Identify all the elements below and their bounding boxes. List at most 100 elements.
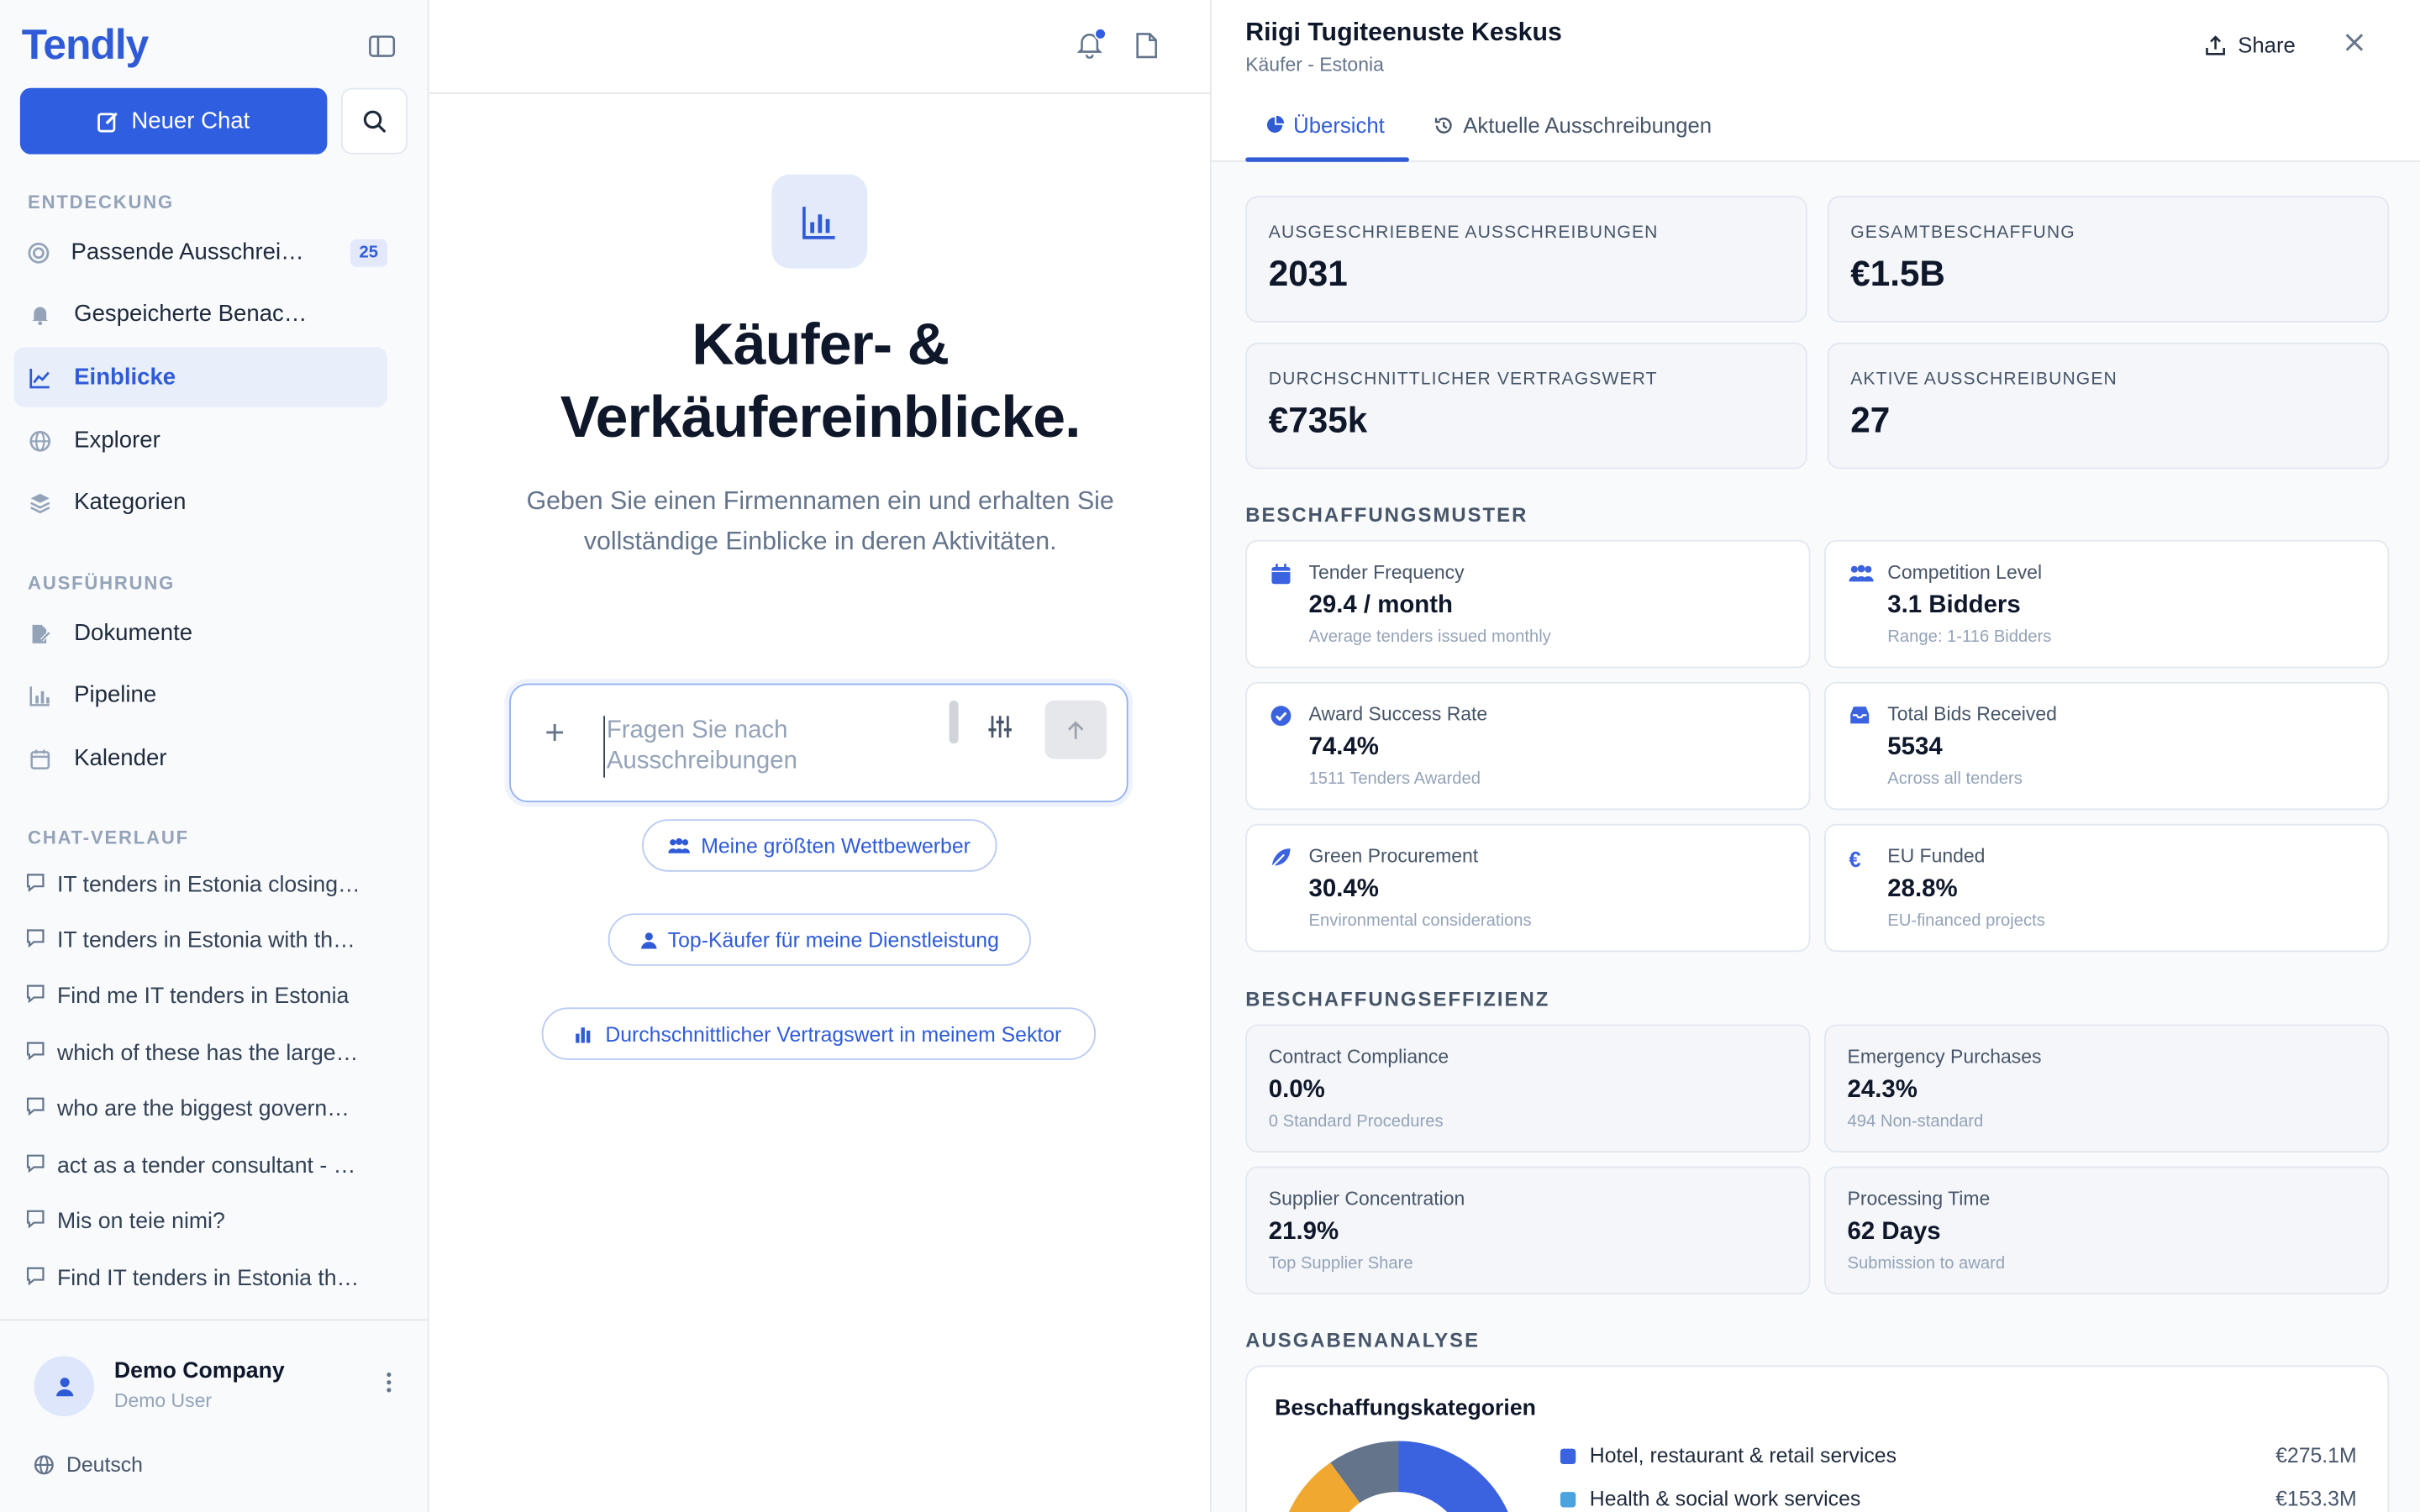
bar-chart-icon bbox=[28, 683, 52, 707]
suggestion-competitors[interactable]: Meine größten Wettbewerber bbox=[642, 819, 997, 872]
user-icon bbox=[640, 932, 656, 948]
sidebar-item-insights[interactable]: Einblicke bbox=[13, 347, 388, 407]
sidebar-toggle-icon[interactable] bbox=[364, 31, 397, 62]
chat-input[interactable]: Fragen Sie nach Ausschreibungen bbox=[603, 716, 850, 778]
section-title-spend: AUSGABENANALYSE bbox=[1245, 1328, 1481, 1352]
attach-plus-icon[interactable]: + bbox=[544, 713, 565, 753]
sidebar-item-label: Dokumente bbox=[74, 620, 193, 647]
arrow-up-icon bbox=[1067, 720, 1084, 738]
chat-bubble-icon bbox=[26, 874, 45, 898]
suggestion-avg-contract[interactable]: Durchschnittlicher Vertragswert in meine… bbox=[541, 1007, 1097, 1060]
stat-card: AKTIVE AUSSCHREIBUNGEN 27 bbox=[1827, 342, 2390, 470]
donut-segment-blue bbox=[1398, 1441, 1508, 1512]
more-options-icon[interactable] bbox=[386, 1372, 392, 1401]
sidebar-footer: Demo Company Demo User Deutsch bbox=[0, 1319, 429, 1512]
legend-swatch bbox=[1560, 1447, 1576, 1464]
sidebar-item-saved-alerts[interactable]: Gespeicherte Benachrichtigungen bbox=[14, 284, 387, 344]
section-title-patterns: BESCHAFFUNGSMUSTER bbox=[1245, 502, 1528, 527]
user-icon bbox=[55, 1377, 73, 1396]
sidebar-item-label: Passende Ausschreibungen bbox=[71, 239, 309, 265]
language-selector[interactable]: Deutsch bbox=[34, 1453, 143, 1477]
euro-icon: € bbox=[1849, 847, 1861, 872]
bar-chart-icon bbox=[576, 1026, 591, 1042]
legend-item: Health & social work services €153.3M bbox=[1560, 1488, 2357, 1510]
tab-current-tenders[interactable]: Aktuelle Ausschreibungen bbox=[1434, 113, 1712, 137]
chat-history-item[interactable]: which of these has the largest budget bbox=[26, 1042, 404, 1066]
history-icon bbox=[1434, 117, 1452, 133]
bell-icon bbox=[28, 302, 52, 326]
sidebar-item-calendar[interactable]: Kalender bbox=[14, 728, 387, 789]
company-name: Demo Company bbox=[113, 1359, 285, 1384]
globe-icon bbox=[28, 428, 52, 453]
share-label: Share bbox=[2238, 32, 2296, 57]
sidebar-item-categories[interactable]: Kategorien bbox=[14, 472, 387, 533]
chart-line-icon bbox=[28, 365, 52, 389]
layers-icon bbox=[28, 490, 52, 514]
efficiency-card: Emergency Purchases 24.3% 494 Non-standa… bbox=[1823, 1024, 2390, 1153]
chat-bubble-icon bbox=[26, 1154, 45, 1179]
pie-chart-icon bbox=[1266, 115, 1285, 133]
input-scrollbar[interactable] bbox=[949, 700, 959, 744]
sidebar-item-explorer[interactable]: Explorer bbox=[14, 411, 387, 471]
search-icon bbox=[362, 109, 386, 133]
file-edit-icon bbox=[28, 621, 52, 645]
avatar[interactable] bbox=[34, 1356, 95, 1417]
calendar-icon bbox=[1270, 563, 1292, 592]
buyer-title: Riigi Tugiteenuste Keskus bbox=[1245, 18, 1562, 47]
edit-icon bbox=[97, 111, 118, 132]
search-button[interactable] bbox=[340, 87, 408, 155]
app-logo[interactable]: Tendly bbox=[22, 22, 150, 70]
language-label: Deutsch bbox=[66, 1453, 143, 1477]
spend-card-title: Beschaffungskategorien bbox=[1275, 1396, 1536, 1421]
metric-card: Award Success Rate 74.4% 1511 Tenders Aw… bbox=[1245, 681, 1811, 811]
chat-history-item[interactable]: Mis on teie nimi? bbox=[26, 1210, 404, 1234]
metric-card: Green Procurement 30.4% Environmental co… bbox=[1245, 823, 1811, 953]
panel-body: AUSGESCHRIEBENE AUSSCHREIBUNGEN 2031 GES… bbox=[1211, 161, 2420, 1512]
count-badge: 25 bbox=[350, 238, 388, 266]
sliders-icon[interactable] bbox=[986, 713, 1014, 748]
suggestion-top-buyers[interactable]: Top-Käufer für meine Dienstleistung bbox=[608, 913, 1031, 966]
metric-card: Total Bids Received 5534 Across all tend… bbox=[1823, 681, 2390, 811]
target-icon bbox=[28, 240, 50, 265]
chat-input-box[interactable]: + Fragen Sie nach Ausschreibungen bbox=[509, 683, 1128, 803]
page-subtitle: Geben Sie einen Firmennamen ein und erha… bbox=[526, 487, 1114, 556]
leaf-icon bbox=[1270, 847, 1292, 876]
document-icon[interactable] bbox=[1136, 33, 1158, 66]
globe-icon bbox=[34, 1455, 54, 1475]
chat-bubble-icon bbox=[26, 1042, 45, 1066]
efficiency-card: Contract Compliance 0.0% 0 Standard Proc… bbox=[1245, 1024, 1811, 1153]
inbox-icon bbox=[1849, 705, 1870, 732]
close-icon[interactable] bbox=[2344, 33, 2365, 60]
sidebar-item-documents[interactable]: Dokumente bbox=[14, 603, 387, 664]
chat-history-item[interactable]: who are the biggest government buyers bbox=[26, 1097, 404, 1121]
page-title: Käufer- & Verkäufereinblicke. bbox=[560, 312, 1081, 451]
chat-history-item[interactable]: Find IT tenders in Estonia this month bbox=[26, 1267, 404, 1291]
section-execution: AUSFÜHRUNG bbox=[28, 572, 176, 595]
sidebar-item-label: Kalender bbox=[74, 745, 167, 772]
sidebar: Tendly Neuer Chat ENTDECKUNG Passende Au… bbox=[0, 0, 429, 1512]
new-chat-label: Neuer Chat bbox=[131, 108, 250, 134]
share-button[interactable]: Share bbox=[2206, 33, 2296, 57]
sidebar-item-matching-tenders[interactable]: Passende Ausschreibungen 25 bbox=[14, 222, 388, 282]
metric-card: Tender Frequency 29.4 / month Average te… bbox=[1245, 539, 1811, 669]
chat-history-item[interactable]: IT tenders in Estonia closing soon bbox=[26, 874, 404, 898]
send-button[interactable] bbox=[1044, 700, 1107, 759]
tab-overview[interactable]: Übersicht bbox=[1265, 113, 1385, 137]
notification-dot bbox=[1094, 28, 1107, 40]
chat-bubble-icon bbox=[26, 1097, 45, 1121]
insights-main: Käufer- & Verkäufereinblicke. Geben Sie … bbox=[429, 0, 1212, 1512]
efficiency-card: Processing Time 62 Days Submission to aw… bbox=[1823, 1166, 2390, 1294]
new-chat-button[interactable]: Neuer Chat bbox=[19, 87, 328, 155]
user-name: Demo User bbox=[113, 1389, 213, 1412]
chat-history-item[interactable]: Find me IT tenders in Estonia bbox=[26, 984, 404, 1009]
sidebar-item-pipeline[interactable]: Pipeline bbox=[14, 665, 387, 726]
chat-bubble-icon bbox=[26, 929, 45, 953]
stat-card: AUSGESCHRIEBENE AUSSCHREIBUNGEN 2031 bbox=[1245, 196, 1807, 323]
legend-item: Hotel, restaurant & retail services €275… bbox=[1560, 1444, 2357, 1467]
spend-analysis-card: Beschaffungskategorien Hotel, restaurant… bbox=[1245, 1365, 2390, 1512]
chat-history-item[interactable]: IT tenders in Estonia with the highest v… bbox=[26, 929, 404, 953]
chat-history-item[interactable]: act as a tender consultant - review bbox=[26, 1154, 404, 1179]
users-icon bbox=[668, 837, 691, 853]
stat-card: GESAMTBESCHAFFUNG €1.5B bbox=[1827, 196, 2390, 323]
buyer-subtitle: Käufer - Estonia bbox=[1245, 54, 1384, 76]
